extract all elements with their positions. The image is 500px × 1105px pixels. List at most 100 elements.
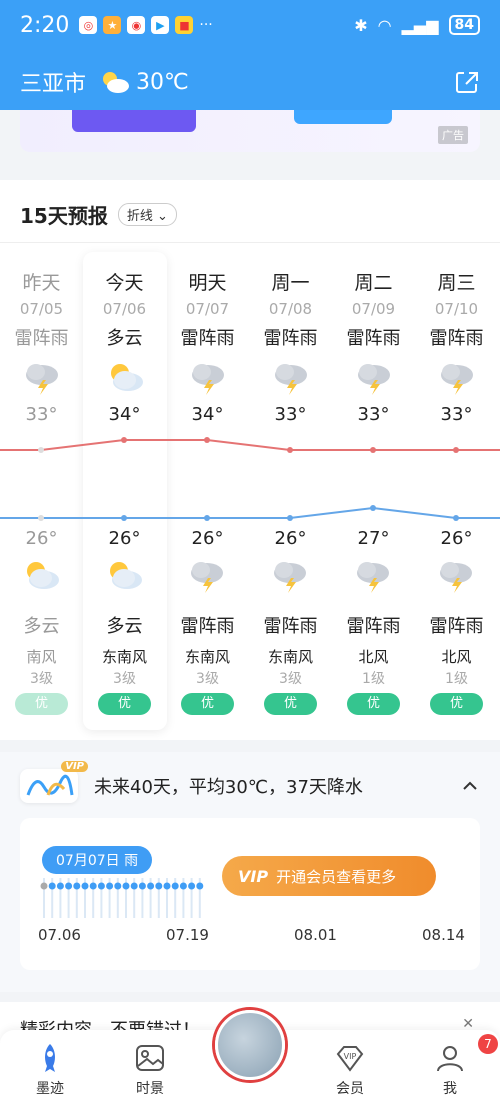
long-range-card[interactable]: VIP 未来40天，平均30℃，37天降水 07月07日 雨 VIP 开通会员查…	[0, 752, 500, 992]
partly-cloudy-icon	[100, 70, 130, 94]
precip-timeline: 07月07日 雨 VIP 开通会员查看更多 07.06 07.19 08.01 …	[20, 818, 480, 970]
chevron-up-icon[interactable]	[460, 776, 480, 796]
nav-item-me[interactable]: 7 我	[415, 1034, 498, 1098]
day-date: 07/09	[351, 300, 396, 318]
ad-image	[72, 110, 196, 132]
day-condition: 雷阵雨	[263, 328, 318, 349]
aqi-badge: 优	[264, 693, 317, 715]
aqi-badge: 优	[98, 693, 151, 715]
high-temperature: 33°	[440, 404, 473, 425]
nav-item-scenery[interactable]: 时景	[115, 1042, 185, 1098]
wind-direction: 东南风	[267, 648, 313, 666]
wifi-icon: ◠	[377, 15, 392, 35]
thunderstorm-icon	[188, 360, 228, 396]
day-name: 周二	[354, 272, 393, 294]
precip-dot	[73, 882, 81, 890]
high-temp-line-point	[453, 447, 459, 453]
forecast-day-column[interactable]: 明天 07/07 雷阵雨 34° 26° 雷阵雨 东南风 3级优	[166, 268, 249, 715]
precip-dot	[56, 882, 64, 890]
low-temp-line-point	[121, 515, 127, 521]
nav-item-vip[interactable]: VIP 会员	[315, 1042, 385, 1098]
wind-direction: 南风	[26, 648, 57, 666]
aqi-badge: 优	[347, 693, 400, 715]
ad-banner[interactable]: 广告	[20, 110, 480, 152]
thunderstorm-icon	[22, 360, 62, 396]
current-temperature: 30℃	[136, 69, 189, 95]
high-temp-line-point	[38, 447, 44, 453]
vip-icon: VIP	[238, 866, 269, 886]
wind-direction: 北风	[358, 648, 389, 666]
status-time: 2:20	[20, 12, 70, 38]
high-temperature: 33°	[274, 404, 307, 425]
day-condition: 雷阵雨	[429, 328, 484, 349]
notification-badge: 7	[478, 1034, 498, 1054]
wind-level: 3级	[279, 671, 302, 687]
day-date: 07/07	[185, 300, 230, 318]
thunderstorm-icon	[437, 360, 477, 396]
low-temp-line-point	[204, 515, 210, 521]
wind-direction: 东南风	[101, 648, 147, 666]
forecast-day-column[interactable]: 周一 07/08 雷阵雨 33° 26° 雷阵雨 东南风 3级优	[249, 268, 332, 715]
low-temperature: 26°	[25, 528, 58, 549]
aqi-badge: 优	[181, 693, 234, 715]
city-name[interactable]: 三亚市	[20, 66, 86, 98]
thunderstorm-icon	[271, 360, 311, 396]
forecast-day-column[interactable]: 今天 07/06 多云 34° 26° 多云 东南风 3级优	[83, 268, 166, 715]
wind-level: 3级	[196, 671, 219, 687]
day-name: 昨天	[22, 272, 61, 294]
day-name: 今天	[105, 272, 144, 294]
thunderstorm-icon	[353, 558, 393, 594]
bottom-nav: 墨迹 时景 VIP 会员 7 我	[0, 1010, 500, 1105]
nav-item-moji[interactable]: 墨迹	[15, 1042, 85, 1098]
high-temperature: 34°	[191, 404, 224, 425]
timeline-tick: 08.14	[422, 926, 465, 944]
center-feature-button[interactable]	[200, 1002, 300, 1102]
precip-dot	[89, 882, 97, 890]
ad-tag: 广告	[438, 126, 468, 144]
aqi-badge: 优	[430, 693, 483, 715]
low-temperature: 26°	[108, 528, 141, 549]
forecast-day-column[interactable]: 周三 07/10 雷阵雨 33° 26° 雷阵雨 北风 1级优	[415, 268, 498, 715]
night-condition: 雷阵雨	[180, 616, 235, 637]
photo-icon	[134, 1042, 166, 1074]
precip-dot	[65, 882, 73, 890]
shopping-app-icon: ■	[175, 16, 194, 34]
precip-dot	[171, 882, 179, 890]
low-temp-line-point	[370, 505, 376, 511]
precip-dot	[179, 882, 187, 890]
view-toggle-dropdown[interactable]: 折线 ⌄	[117, 203, 177, 226]
nav-label: 会员	[336, 1081, 364, 1097]
day-condition: 雷阵雨	[180, 328, 235, 349]
night-condition: 多云	[23, 616, 60, 637]
long-range-header[interactable]: VIP 未来40天，平均30℃，37天降水	[20, 761, 480, 806]
forecast-title: 15天预报	[20, 204, 108, 228]
day-date: 07/06	[102, 300, 147, 318]
user-icon: 7	[434, 1034, 498, 1074]
more-notifications-icon: ···	[199, 17, 213, 33]
signal-icon: ▂▄▆	[401, 15, 439, 35]
precip-dot	[155, 882, 163, 890]
precip-dot	[97, 882, 105, 890]
ad-cta-button[interactable]	[294, 110, 392, 124]
partly-cloudy-icon	[104, 558, 144, 594]
forecast-day-column[interactable]: 昨天 07/05 雷阵雨 33° 26° 多云 南风 3级优	[0, 268, 83, 715]
high-temp-line-point	[370, 447, 376, 453]
day-name: 周三	[437, 272, 476, 294]
timeline-tick: 08.01	[294, 926, 337, 944]
share-icon[interactable]	[454, 69, 480, 95]
vip-upgrade-button[interactable]: VIP 开通会员查看更多	[222, 856, 436, 896]
center-feature-image	[215, 1010, 285, 1080]
high-temp-line	[0, 439, 500, 451]
thunderstorm-icon	[187, 558, 227, 594]
nav-label: 时景	[136, 1081, 164, 1097]
divider	[0, 242, 500, 243]
wind-level: 1级	[362, 671, 385, 687]
forecast-day-column[interactable]: 周二 07/09 雷阵雨 33° 27° 雷阵雨 北风 1级优	[332, 268, 415, 715]
high-temp-line-point	[287, 447, 293, 453]
wind-level: 1级	[445, 671, 468, 687]
partly-cloudy-icon	[105, 360, 145, 396]
high-temperature: 34°	[108, 404, 141, 425]
long-range-summary: 未来40天，平均30℃，37天降水	[94, 777, 363, 798]
timeline-tick: 07.19	[166, 926, 209, 944]
location-bar: 三亚市 30℃	[20, 60, 480, 104]
